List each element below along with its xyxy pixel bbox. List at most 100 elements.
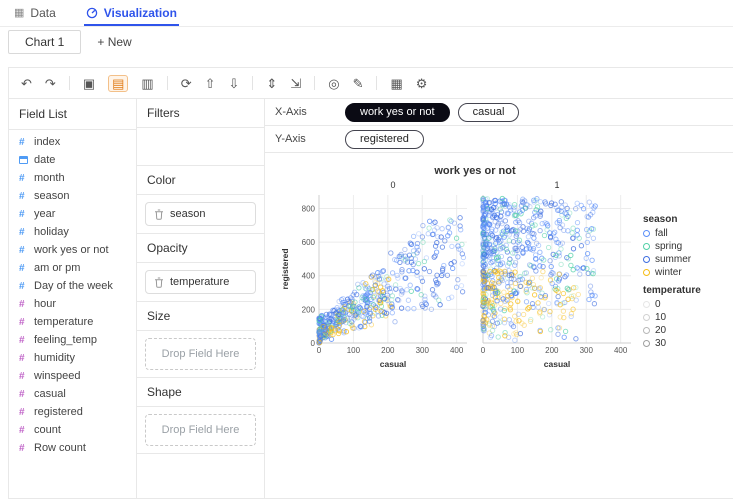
legend-label: 30 [655,338,667,349]
chart-area[interactable]: work yes or not 0 0 100 200 300 400 casual 1 0 10… [265,153,733,498]
size-header: Size [137,302,264,331]
toolbar-separator [68,76,70,90]
legend-entry[interactable]: summer [643,254,701,265]
svg-text:400: 400 [614,346,628,355]
sort-descending-icon[interactable]: ⇩ [229,77,240,90]
transpose-icon[interactable]: ⇕ [266,77,277,90]
legend-entry[interactable]: winter [643,267,701,278]
opacity-field-name: temperature [170,276,230,288]
svg-text:0: 0 [317,346,322,355]
legend-entry[interactable]: 0 [643,299,701,310]
legend-swatch [643,327,650,334]
color-field-pill[interactable]: season [145,202,256,226]
axis-field-pill[interactable]: casual [457,102,520,122]
legend-entry[interactable]: spring [643,241,701,252]
field-item[interactable]: # year [9,205,136,223]
resize-mode-icon[interactable]: ⇲ [290,77,301,90]
field-name: hour [34,298,57,310]
chart-tab-1[interactable]: Chart 1 [8,30,82,54]
hash-icon: # [19,316,25,328]
field-item[interactable]: # feeling_temp [9,331,136,349]
x-axis-label: X-Axis [275,106,307,118]
field-item[interactable]: # Day of the week [9,277,136,295]
field-item[interactable]: # temperature [9,313,136,331]
chart-title: work yes or not [434,165,516,177]
legend-swatch [643,340,650,347]
redo-icon[interactable]: ↷ [45,77,56,90]
color-field-name: season [170,208,206,220]
field-item[interactable]: # humidity [9,349,136,367]
hash-icon: # [19,172,25,184]
field-item[interactable]: # work yes or not [9,241,136,259]
svg-text:1: 1 [554,180,559,190]
legend-swatch [643,256,650,263]
field-item[interactable]: # count [9,421,136,439]
field-name: casual [34,388,66,400]
field-item[interactable]: # Row count [9,439,136,457]
field-item[interactable]: # season [9,187,136,205]
hash-icon: # [19,388,25,400]
tab-visualization-label: Visualization [103,6,177,20]
field-item[interactable]: # month [9,169,136,187]
field-list-items: # index date # month # season # year # holiday # wor… [9,130,136,460]
tab-visualization[interactable]: Visualization [83,0,180,26]
field-item[interactable]: # index [9,133,136,151]
data-table-icon: ▦ [14,6,25,19]
field-item[interactable]: # hour [9,295,136,313]
encoding-edit-icon[interactable]: ▤ [108,74,129,92]
export-image-icon[interactable]: ▦ [390,77,402,90]
legend-entry[interactable]: 30 [643,338,701,349]
toolbar-separator [376,76,378,90]
x-axis-pills: work yes or not casual [345,102,520,122]
svg-text:0: 0 [390,180,395,190]
filters-drop-area[interactable] [137,128,264,166]
shape-drop-zone[interactable]: Drop Field Here [145,414,256,446]
field-item[interactable]: # am or pm [9,259,136,277]
visualization-icon [86,7,98,19]
svg-text:100: 100 [511,346,525,355]
hash-icon: # [19,136,25,148]
field-name: season [34,190,70,202]
brush-icon[interactable]: ✎ [353,77,364,90]
layers-icon[interactable]: ▥ [141,77,153,90]
color-drop-area[interactable]: season [137,195,264,234]
trash-icon[interactable] [154,209,164,220]
hash-icon: # [19,334,25,346]
size-drop-area[interactable]: Drop Field Here [137,331,264,378]
hash-icon: # [19,442,25,454]
field-item[interactable]: # winspeed [9,367,136,385]
legend-entry[interactable]: 20 [643,325,701,336]
chart-panel: X-Axis work yes or not casual Y-Axis regi… [265,99,733,498]
new-chart-button[interactable]: + New [97,35,131,49]
undo-icon[interactable]: ↶ [21,77,32,90]
field-item[interactable]: # casual [9,385,136,403]
hash-icon: # [19,262,25,274]
x-axis-row: X-Axis work yes or not casual [265,99,733,126]
field-item[interactable]: date [9,151,136,169]
chart-canvas[interactable]: 0 0 100 200 300 400 casual 1 0 100 200 300 400 casual… [279,179,637,380]
opacity-drop-area[interactable]: temperature [137,263,264,302]
axis-field-pill[interactable]: registered [345,129,424,149]
tab-data-label: Data [30,6,56,20]
refresh-icon[interactable]: ⟳ [181,77,192,90]
legend-entry[interactable]: fall [643,228,701,239]
sort-ascending-icon[interactable]: ⇧ [205,77,216,90]
editor-card: ↶ ↷ ▣ ▤ ▥ ⟳ ⇧ ⇩ ⇕ ⇲ ◎ ✎ ▦ ⚙ Field List # index date # mon… [8,67,733,499]
svg-text:300: 300 [416,346,430,355]
shape-drop-area[interactable]: Drop Field Here [137,407,264,454]
svg-text:200: 200 [302,305,316,314]
opacity-field-pill[interactable]: temperature [145,270,256,294]
field-item[interactable]: # registered [9,403,136,421]
field-item[interactable]: # holiday [9,223,136,241]
zoom-mode-icon[interactable]: ◎ [328,77,339,90]
svg-text:0: 0 [311,339,316,348]
size-drop-zone[interactable]: Drop Field Here [145,338,256,370]
mark-type-icon[interactable]: ▣ [83,77,95,90]
tab-data[interactable]: ▦ Data [14,0,56,26]
trash-icon[interactable] [154,277,164,288]
axis-field-pill[interactable]: work yes or not [345,102,450,122]
legend-entry[interactable]: 10 [643,312,701,323]
config-icon[interactable]: ⚙ [416,77,428,90]
svg-text:600: 600 [302,238,316,247]
hash-icon: # [19,406,25,418]
